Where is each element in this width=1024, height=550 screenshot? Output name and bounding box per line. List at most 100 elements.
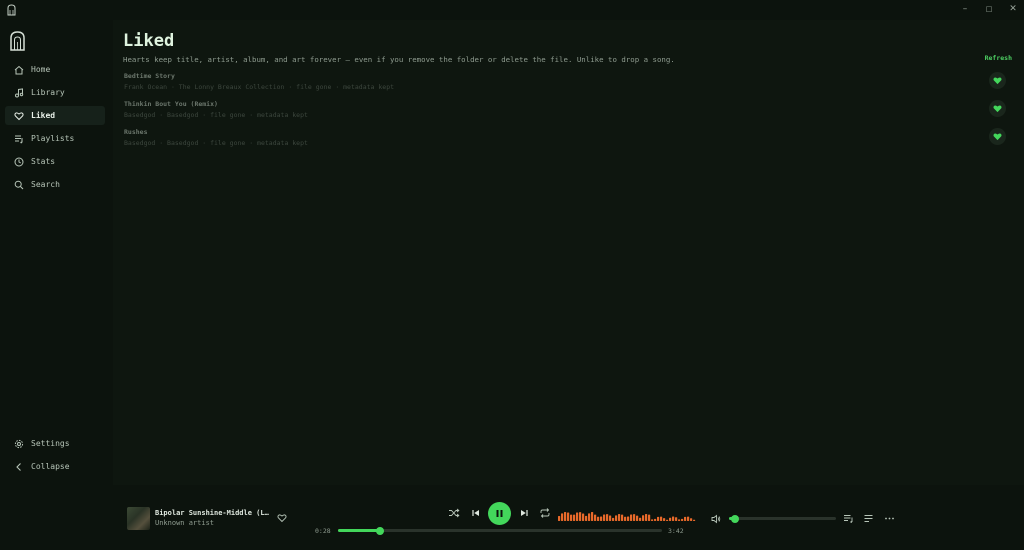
unlike-button[interactable]	[989, 128, 1006, 145]
sidebar-item-liked[interactable]: Liked	[5, 106, 105, 125]
waveform-bar	[621, 514, 624, 521]
waveform-bar	[582, 513, 585, 521]
unlike-button[interactable]	[989, 72, 1006, 89]
now-playing-title: Bipolar Sunshine-Middle (L…	[155, 509, 269, 517]
list-item[interactable]: Bedtime Story Frank Ocean · The Lonny Br…	[124, 72, 1006, 100]
waveform-bar	[660, 516, 663, 521]
song-title: Thinkin Bout You (Remix)	[124, 100, 218, 108]
minimize-button[interactable]: –	[958, 3, 972, 15]
waveform-bar	[558, 516, 561, 521]
waveform-bar	[579, 512, 582, 521]
waveform-bar	[597, 516, 600, 521]
waveform-bar	[693, 519, 696, 521]
next-icon[interactable]	[518, 507, 530, 519]
repeat-icon[interactable]	[539, 507, 551, 519]
seek-bar[interactable]	[338, 526, 662, 535]
waveform-bar	[684, 516, 687, 521]
song-meta: Frank Ocean · The Lonny Breaux Collectio…	[124, 83, 395, 91]
waveform-bar	[630, 514, 633, 521]
music-note-icon	[15, 87, 24, 97]
sidebar-item-stats[interactable]: Stats	[5, 152, 105, 171]
clock-icon	[14, 157, 24, 166]
queue-icon[interactable]	[843, 513, 854, 524]
waveform-bar	[564, 512, 567, 521]
pause-icon	[496, 510, 503, 517]
waveform-bar	[585, 515, 588, 521]
waveform-bar	[561, 513, 564, 521]
sidebar: Home Library Liked Playlists Stats Searc…	[0, 20, 113, 485]
waveform-bar	[600, 516, 603, 521]
waveform-bar	[612, 517, 615, 521]
main-content: Liked Hearts keep title, artist, album, …	[113, 20, 1024, 485]
waveform-bar	[639, 517, 642, 521]
sidebar-item-search[interactable]: Search	[5, 175, 105, 194]
waveform-bar	[678, 519, 681, 521]
waveform-bar	[573, 514, 576, 521]
waveform-bar	[603, 514, 606, 521]
volume-slider[interactable]	[729, 514, 836, 523]
sidebar-item-label: Stats	[31, 157, 56, 166]
album-art	[127, 507, 150, 530]
now-playing-artist: Unknown artist	[155, 519, 215, 527]
shuffle-icon[interactable]	[448, 507, 460, 519]
duration-time: 3:42	[668, 527, 684, 535]
sidebar-nav: Home Library Liked Playlists Stats Searc…	[5, 60, 105, 198]
volume-slider-thumb[interactable]	[731, 514, 740, 523]
previous-icon[interactable]	[470, 507, 482, 519]
gear-icon	[14, 439, 24, 448]
liked-song-list: Bedtime Story Frank Ocean · The Lonny Br…	[124, 72, 1006, 156]
heart-icon	[14, 111, 24, 120]
waveform-bar	[594, 514, 597, 521]
waveform-bar	[663, 518, 666, 521]
chevron-left-icon	[16, 462, 21, 471]
waveform-bar	[651, 519, 654, 521]
waveform-bar	[570, 514, 573, 521]
sidebar-item-label: Settings	[31, 439, 70, 448]
waveform-bar	[618, 514, 621, 521]
lyrics-icon[interactable]	[863, 513, 874, 524]
waveform-bar	[636, 515, 639, 521]
refresh-button[interactable]: Refresh	[985, 54, 1012, 62]
list-item[interactable]: Thinkin Bout You (Remix) Basedgod · Base…	[124, 100, 1006, 128]
song-title: Bedtime Story	[124, 72, 175, 80]
sidebar-bottom: Settings Collapse	[5, 434, 105, 480]
title-bar: – □ ✕	[0, 0, 1024, 20]
waveform-bar	[609, 515, 612, 521]
unlike-button[interactable]	[989, 100, 1006, 117]
sidebar-item-label: Liked	[31, 111, 56, 120]
page-title: Liked	[123, 31, 175, 51]
volume-icon[interactable]	[711, 514, 721, 524]
sidebar-item-home[interactable]: Home	[5, 60, 105, 79]
heart-filled-icon	[993, 105, 1002, 113]
seek-bar-thumb[interactable]	[376, 526, 385, 535]
like-button[interactable]	[277, 513, 287, 523]
maximize-button[interactable]: □	[982, 3, 996, 15]
pause-button[interactable]	[488, 502, 511, 525]
waveform-bar	[642, 515, 645, 521]
page-description: Hearts keep title, artist, album, and ar…	[123, 55, 675, 64]
sidebar-item-label: Library	[31, 88, 65, 97]
sidebar-item-label: Playlists	[31, 134, 75, 143]
sidebar-item-label: Search	[31, 180, 60, 189]
playlist-icon	[15, 135, 23, 143]
sidebar-item-label: Home	[31, 65, 51, 74]
sidebar-item-settings[interactable]: Settings	[5, 434, 105, 453]
song-meta: Basedgod · Basedgod · file gone · metada…	[124, 111, 308, 119]
waveform-bar	[645, 514, 648, 521]
waveform-bar	[672, 516, 675, 521]
song-meta: Basedgod · Basedgod · file gone · metada…	[124, 139, 308, 147]
sidebar-item-library[interactable]: Library	[5, 83, 105, 102]
waveform[interactable]	[558, 509, 696, 522]
waveform-bar	[681, 518, 684, 521]
list-item[interactable]: Rushes Basedgod · Basedgod · file gone ·…	[124, 128, 1006, 156]
waveform-bar	[657, 516, 660, 521]
sidebar-item-collapse[interactable]: Collapse	[5, 457, 105, 476]
sidebar-item-playlists[interactable]: Playlists	[5, 129, 105, 148]
more-options-icon[interactable]	[884, 513, 895, 524]
waveform-bar	[567, 512, 570, 521]
close-button[interactable]: ✕	[1006, 3, 1020, 15]
sidebar-item-label: Collapse	[31, 462, 70, 471]
waveform-bar	[654, 518, 657, 521]
waveform-bar	[606, 514, 609, 521]
player-bar: Bipolar Sunshine-Middle (L… Unknown arti…	[0, 485, 1024, 550]
